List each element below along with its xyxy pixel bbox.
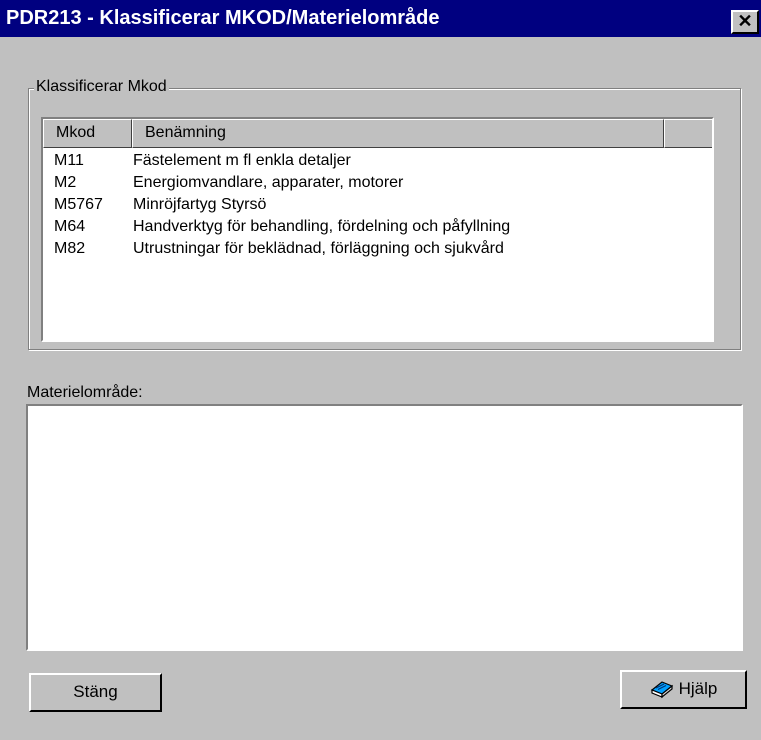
list-item[interactable]: M64 Handverktyg för behandling, fördelni… <box>43 216 712 238</box>
mkod-group-label: Klassificerar Mkod <box>34 77 169 97</box>
list-item[interactable]: M2 Energiomvandlare, apparater, motorer <box>43 172 712 194</box>
mkod-cell: M2 <box>54 174 77 191</box>
benamning-cell: Fästelement m fl enkla detaljer <box>133 152 351 169</box>
mkod-cell: M82 <box>54 240 86 257</box>
window-title: PDR213 - Klassificerar MKOD/Materielområ… <box>6 7 440 29</box>
benamning-cell: Handverktyg för behandling, fördelning o… <box>133 218 511 235</box>
help-book-icon <box>650 681 673 699</box>
mkod-listview[interactable]: Mkod Benämning M11 Fästelement m fl enkl… <box>41 117 714 342</box>
list-rows: M11 Fästelement m fl enkla detaljer M2 E… <box>43 150 712 260</box>
list-item[interactable]: M82 Utrustningar för beklädnad, förläggn… <box>43 238 712 260</box>
materielomrade-label: Materielområde: <box>27 384 143 401</box>
help-button-label: Hjälp <box>678 679 718 698</box>
list-header: Mkod Benämning <box>43 119 712 149</box>
title-bar: PDR213 - Klassificerar MKOD/Materielområ… <box>0 0 761 37</box>
benamning-cell: Energiomvandlare, apparater, motorer <box>133 174 404 191</box>
column-header-empty[interactable] <box>664 119 712 148</box>
column-header-benamning[interactable]: Benämning <box>132 119 664 148</box>
benamning-cell: Utrustningar för beklädnad, förläggning … <box>133 240 504 257</box>
mkod-cell: M64 <box>54 218 86 235</box>
list-item[interactable]: M5767 Minröjfartyg Styrsö <box>43 194 712 216</box>
materielomrade-field[interactable] <box>26 404 743 651</box>
help-button[interactable]: Hjälp <box>620 670 747 709</box>
close-button[interactable]: Stäng <box>29 673 162 712</box>
list-item[interactable]: M11 Fästelement m fl enkla detaljer <box>43 150 712 172</box>
close-icon[interactable]: ✕ <box>731 10 759 34</box>
mkod-cell: M5767 <box>54 196 103 213</box>
mkod-cell: M11 <box>54 152 84 169</box>
column-header-mkod[interactable]: Mkod <box>43 119 132 148</box>
benamning-cell: Minröjfartyg Styrsö <box>133 196 267 213</box>
